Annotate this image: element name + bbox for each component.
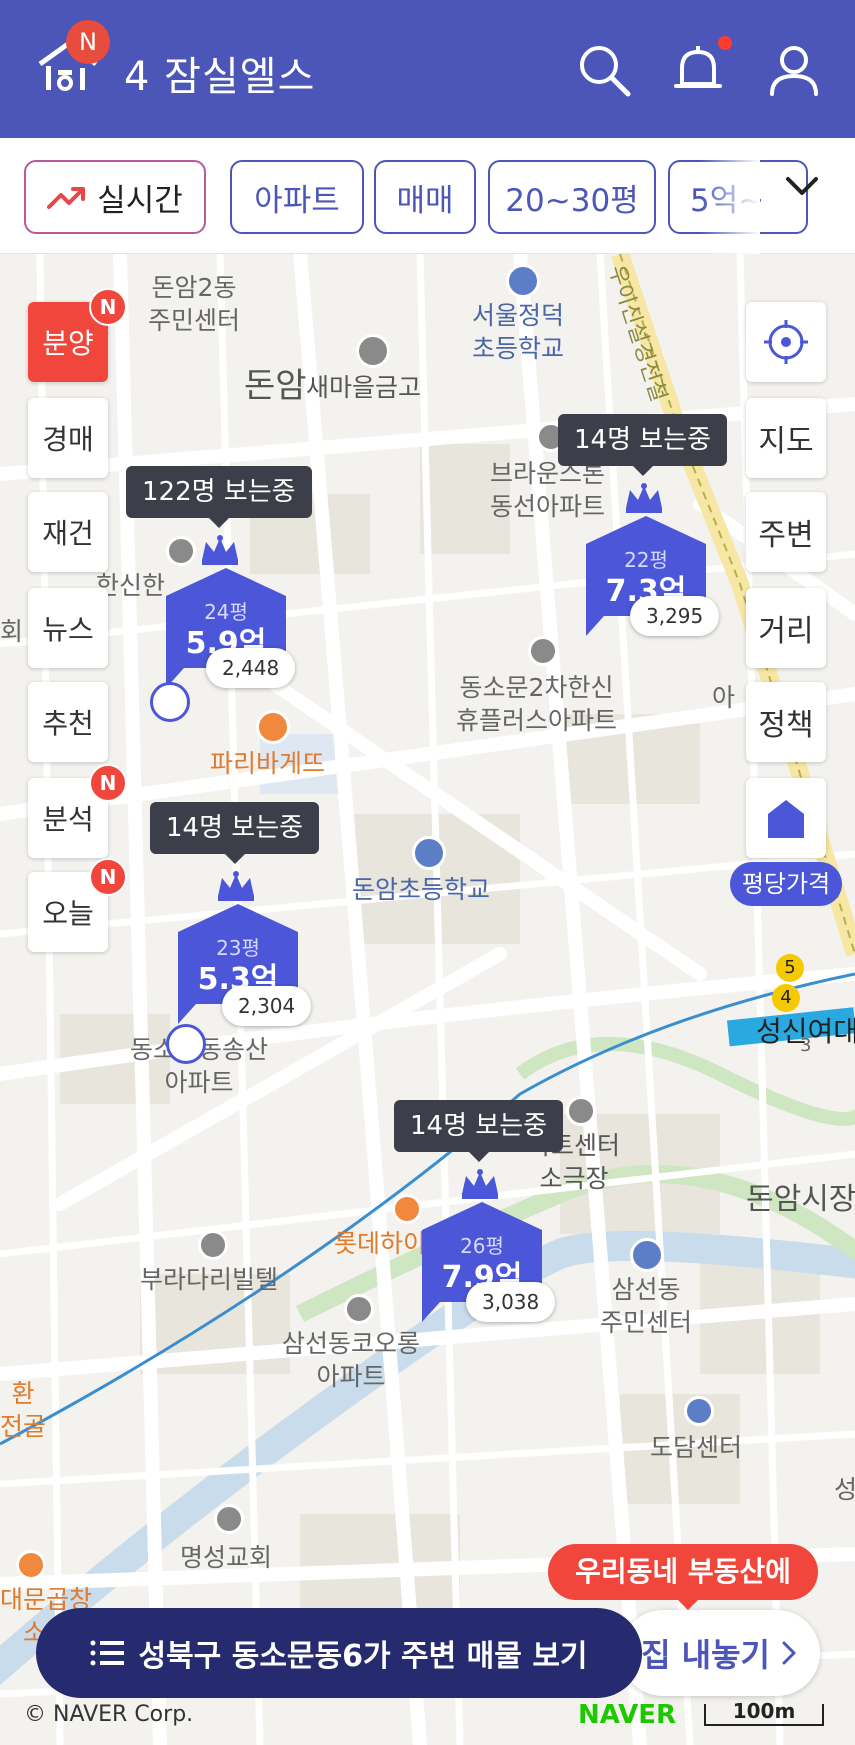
new-badge: N	[66, 20, 110, 64]
promo-tooltip: 우리동네 부동산에	[548, 1544, 818, 1610]
filter-chip-type[interactable]: 아파트	[230, 160, 364, 234]
chevron-right-icon	[782, 1641, 796, 1665]
building-icon	[684, 1396, 714, 1426]
church-icon	[214, 1504, 244, 1534]
crown-icon	[462, 1169, 498, 1199]
map-label-left-hwan: 환 전골	[0, 1379, 47, 1441]
marker-count: 2,448	[206, 648, 296, 688]
viewers-tooltip: 14명 보는중	[150, 802, 320, 864]
my-location-button[interactable]	[746, 302, 826, 382]
map-label-saemaeul: 새마을금고	[306, 373, 422, 402]
subway-line-3-icon: 3	[800, 1035, 812, 1056]
side-btn-rebuild[interactable]: 재건	[28, 492, 108, 572]
notification-dot	[718, 36, 732, 50]
map-label-donam: 돈암	[244, 366, 307, 406]
side-btn-policy[interactable]: 정책	[746, 682, 826, 762]
map-label-samseon-center: 삼선동 주민센터	[600, 1275, 693, 1337]
map-label-donam-elem: 돈암초등학교	[352, 875, 491, 904]
map-label-myeongseong: 명성교회	[180, 1543, 273, 1572]
chevron-down-icon[interactable]	[780, 165, 824, 209]
crown-icon	[202, 535, 238, 565]
nearby-listings-button[interactable]: 성북구 동소문동6가 주변 매물 보기	[36, 1608, 642, 1698]
list-my-home-button[interactable]: 집 내놓기	[620, 1610, 820, 1696]
new-badge: N	[89, 764, 127, 802]
restaurant-icon	[16, 1550, 46, 1580]
crown-icon	[626, 483, 662, 513]
map-label-donam2dong: 돈암2동 주민센터	[148, 273, 241, 335]
map-label-dongsomun2: 동소문2차한신 휴플러스아파트	[456, 673, 618, 735]
map-label-seoul-jeongdeok: 서울정덕 초등학교	[472, 301, 565, 363]
bakery-icon	[256, 710, 290, 744]
apartment-icon	[344, 1294, 374, 1324]
filter-chip-live-label: 실시간	[97, 182, 183, 219]
nearby-listings-label: 성북구 동소문동6가 주변 매물 보기	[138, 1639, 588, 1674]
filter-chip-size[interactable]: 20~30평	[488, 160, 656, 234]
pyeong-price-label[interactable]: 평당가격	[730, 862, 842, 906]
apartment-icon	[166, 536, 196, 566]
side-btn-map[interactable]: 지도	[746, 398, 826, 478]
pyeong-price-button[interactable]	[746, 778, 826, 858]
page-title[interactable]: 4 잠실엘스	[124, 44, 315, 102]
crosshair-icon	[764, 320, 808, 364]
viewers-tooltip: 14명 보는중	[394, 1100, 564, 1162]
map-label-left-hoe: 회	[0, 617, 24, 646]
theater-icon	[566, 1096, 596, 1126]
naver-logo: NAVER	[578, 1700, 677, 1730]
app-header: N 4 잠실엘스	[0, 0, 855, 138]
map-label-a-right: 아	[712, 683, 736, 712]
map-label-right-edge: 성	[834, 1475, 855, 1504]
bank-icon	[356, 334, 390, 368]
map-label-paris: 파리바게뜨	[210, 749, 326, 778]
apartment-icon	[198, 1230, 228, 1260]
profile-icon[interactable]	[764, 40, 824, 100]
map-label-buradari: 부라다리빌텔	[140, 1265, 279, 1294]
side-btn-auction[interactable]: 경매	[28, 398, 108, 478]
filter-chip-deal[interactable]: 매매	[374, 160, 476, 234]
marker-count: 3,295	[630, 596, 720, 636]
filter-chip-live[interactable]: 실시간	[24, 160, 206, 234]
side-btn-news[interactable]: 뉴스	[28, 588, 108, 668]
map-label-dodam: 도담센터	[650, 1433, 743, 1462]
map-label-samseon-kolon: 삼선동코오롱 아파트	[282, 1329, 421, 1391]
viewers-tooltip: 14명 보는중	[558, 414, 728, 476]
apartment-icon	[528, 636, 558, 666]
side-btn-distance[interactable]: 거리	[746, 588, 826, 668]
shopping-icon	[392, 1194, 422, 1224]
side-btn-recommend[interactable]: 추천	[28, 682, 108, 762]
alarm-pin-icon[interactable]	[166, 1024, 206, 1064]
list-icon	[90, 1640, 125, 1666]
map-label-brown: 브라운스톤 동선아파트	[490, 459, 606, 521]
map-scale-bar: 100m	[704, 1701, 824, 1726]
copyright-text: © NAVER Corp.	[24, 1702, 194, 1727]
school-icon	[412, 836, 446, 870]
trending-up-icon	[47, 187, 86, 209]
viewers-tooltip: 122명 보는중	[126, 466, 312, 528]
search-icon[interactable]	[574, 40, 634, 100]
filter-fade	[700, 138, 760, 254]
new-badge: N	[89, 858, 127, 896]
marker-count: 3,038	[466, 1282, 556, 1322]
notification-bell-icon[interactable]	[668, 40, 728, 100]
school-icon	[506, 264, 540, 298]
subway-line-5-icon: 5	[776, 954, 804, 982]
house-icon	[768, 800, 804, 838]
new-badge: N	[89, 288, 127, 326]
marker-count: 2,304	[222, 986, 312, 1026]
map-label-lotte: 롯데하이	[334, 1229, 427, 1258]
subway-line-4-icon: 4	[772, 984, 800, 1012]
map-label-donam-market: 돈암시장	[746, 1182, 855, 1217]
government-icon	[630, 1238, 664, 1272]
alarm-pin-icon[interactable]	[150, 682, 190, 722]
crown-icon	[218, 871, 254, 901]
list-my-home-label: 집 내놓기	[641, 1636, 770, 1674]
side-btn-nearby[interactable]: 주변	[746, 492, 826, 572]
